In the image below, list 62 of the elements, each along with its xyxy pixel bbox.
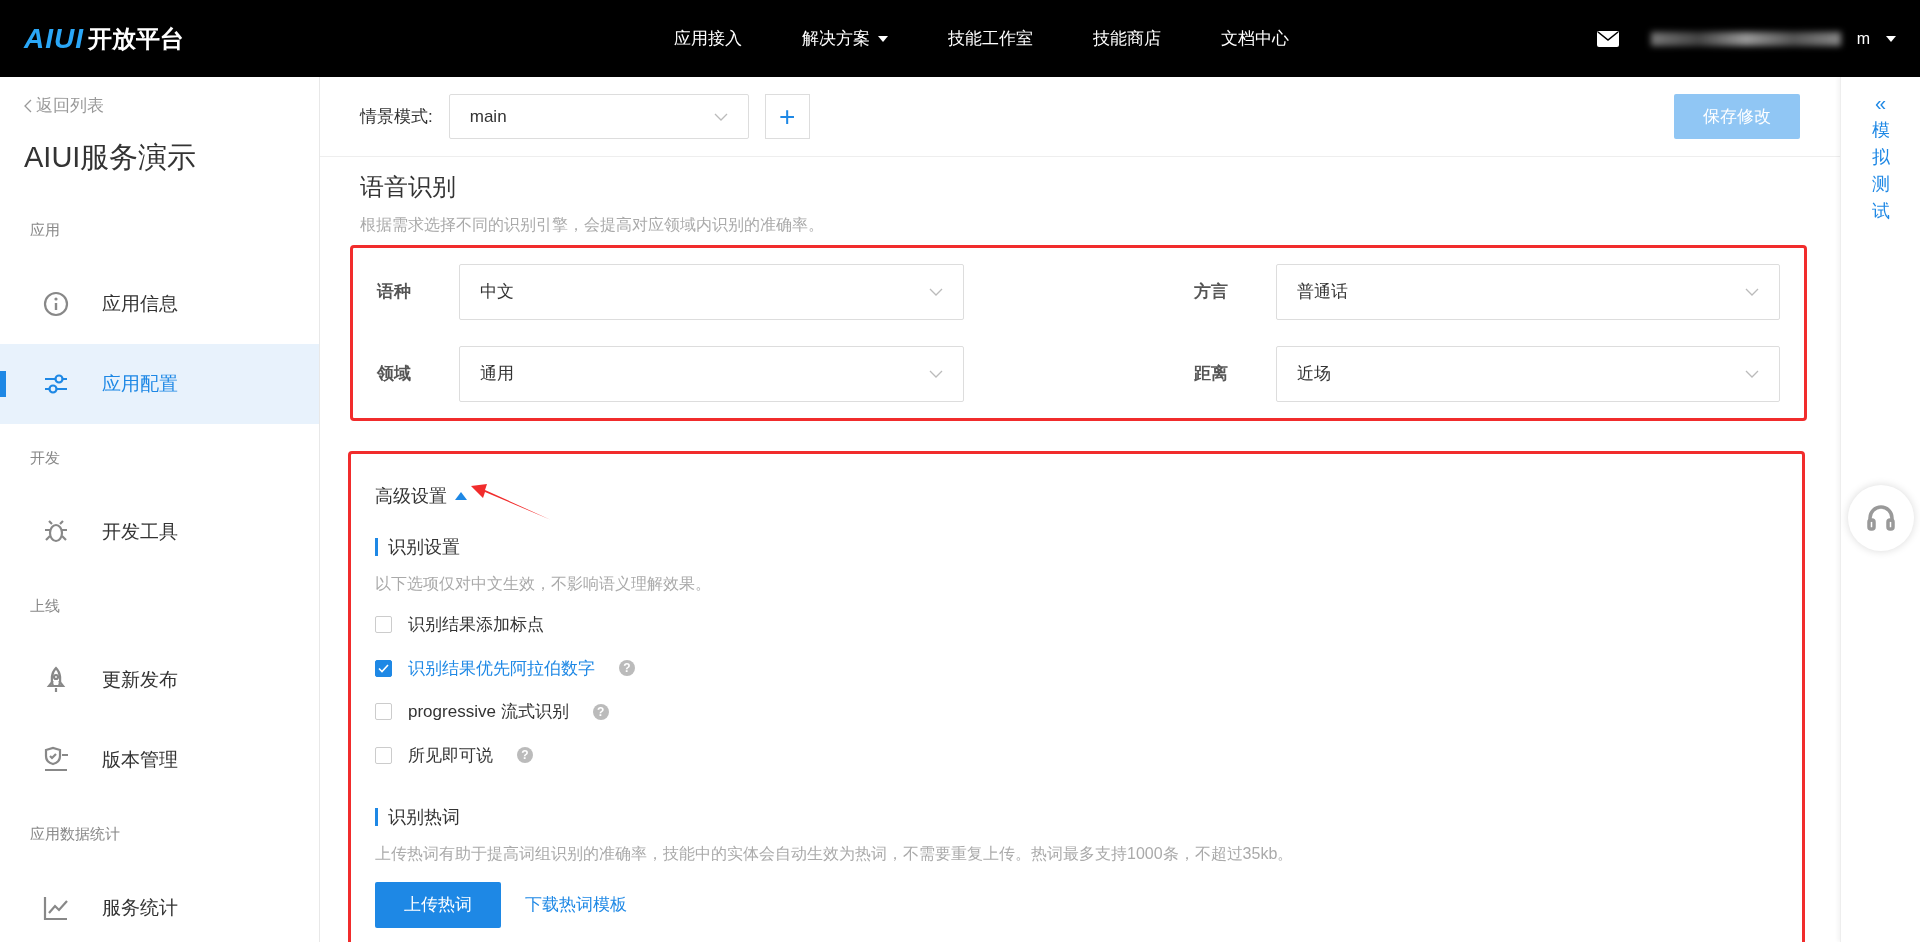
section-heading: 应用数据统计	[30, 823, 120, 844]
download-link[interactable]: 下载热词模板	[525, 892, 627, 918]
chevron-down-icon	[928, 288, 943, 296]
shield-check-icon	[42, 745, 70, 774]
logo[interactable]: AIUI	[24, 17, 84, 60]
app-title: AIUI服务演示	[24, 140, 198, 176]
section-description: 根据需求选择不同的识别引擎，会提高对应领域内识别的准确率。	[360, 215, 825, 235]
field-label: 语种	[377, 281, 412, 304]
collapse-toggle[interactable]: «	[1874, 93, 1887, 113]
username[interactable]: m	[1856, 26, 1870, 51]
mail-icon[interactable]	[1596, 30, 1619, 47]
sidebar-item[interactable]: 更新发布	[0, 639, 319, 720]
checkbox-label[interactable]: 识别结果优先阿拉伯数字	[408, 655, 595, 681]
nav-link[interactable]: 技能工作室	[918, 25, 1063, 52]
nav-link[interactable]: 应用接入	[644, 25, 772, 52]
section-heading: 应用	[30, 219, 60, 240]
dropdown-field[interactable]: 普通话	[1275, 264, 1780, 320]
field-label: 领域	[377, 363, 412, 386]
upload-button[interactable]: 上传热词	[375, 882, 501, 928]
triangle-up-icon[interactable]	[455, 492, 467, 500]
nav-link[interactable]: 技能商店	[1063, 25, 1191, 52]
checkbox[interactable]	[375, 659, 392, 677]
support-button[interactable]	[1847, 485, 1914, 551]
chevron-down-icon	[1745, 288, 1759, 296]
sidebar-item[interactable]: 版本管理	[0, 719, 319, 800]
chevron-down-icon	[928, 370, 943, 378]
brand-name: 开放平台	[88, 23, 184, 54]
sidebar-item[interactable]: 服务统计	[0, 867, 319, 942]
subsection-description: 上传热词有助于提高词组识别的准确率，技能中的实体会自动生效为热词，不需要重复上传。热词最多支持1000条，不超过35kb。	[375, 844, 1295, 864]
advanced-settings-toggle[interactable]: 高级设置	[375, 482, 447, 510]
checkbox[interactable]	[375, 616, 392, 634]
headset-icon	[1864, 502, 1897, 534]
info-icon	[42, 289, 70, 318]
dropdown-field[interactable]: 通用	[459, 346, 964, 402]
checkbox-label[interactable]: 所见即可说	[408, 742, 493, 768]
section-heading: 上线	[30, 595, 60, 616]
check-icon	[378, 663, 389, 673]
subsection-description: 以下选项仅对中文生效，不影响语义理解效果。	[375, 574, 712, 594]
sidebar-item[interactable]: 应用信息	[0, 263, 319, 344]
dropdown-field[interactable]: 中文	[459, 264, 964, 320]
checkbox-label[interactable]: 识别结果添加标点	[408, 612, 544, 638]
subsection-title: 识别设置	[375, 538, 1778, 556]
checkbox-label[interactable]: progressive 流式识别	[408, 699, 569, 725]
scene-select[interactable]: main	[448, 94, 749, 139]
dropdown-field[interactable]: 近场	[1275, 346, 1780, 402]
nav-link[interactable]: 文档中心	[1191, 25, 1319, 52]
chevron-down-icon	[1745, 370, 1759, 378]
section-heading: 开发	[30, 447, 60, 468]
subsection-title: 识别热词	[375, 808, 1778, 826]
simulation-test-tab[interactable]: 模拟测试	[1871, 117, 1890, 225]
chevron-left-icon	[24, 98, 32, 113]
add-button[interactable]: +	[764, 94, 810, 139]
checkbox[interactable]	[375, 703, 392, 721]
scene-label: 情景模式:	[360, 105, 433, 128]
sidebar-item[interactable]: 开发工具	[0, 491, 319, 572]
caret-icon	[1886, 35, 1896, 42]
section-title: 语音识别	[360, 172, 457, 202]
checkbox[interactable]	[375, 746, 392, 764]
field-label: 方言	[1193, 281, 1229, 304]
nav-link[interactable]: 解决方案	[772, 25, 918, 52]
field-label: 距离	[1193, 363, 1229, 386]
chevron-down-icon	[713, 112, 728, 121]
